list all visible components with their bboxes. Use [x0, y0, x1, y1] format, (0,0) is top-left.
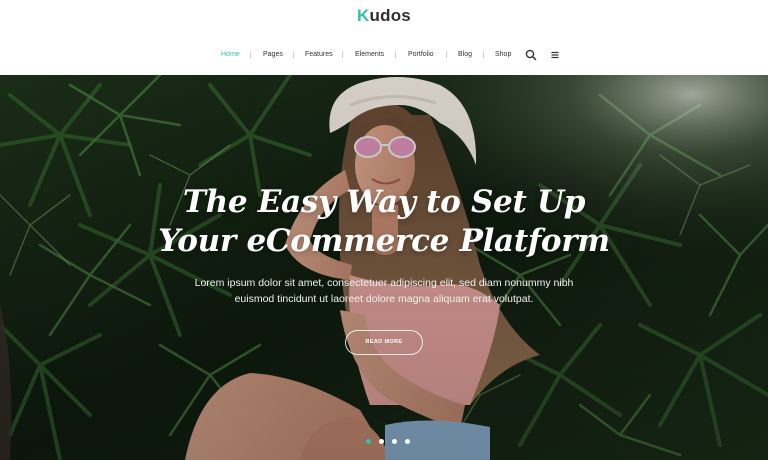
hero-title-line-2: Your eCommerce Platform: [158, 223, 610, 259]
search-icon[interactable]: [524, 48, 538, 62]
nav-separator: [342, 51, 343, 58]
logo-text: udos: [369, 6, 411, 25]
nav-separator: [395, 51, 396, 58]
nav-item-portfolio[interactable]: Portfolio: [408, 48, 434, 62]
hero-background-image: [0, 75, 768, 460]
nav-separator: [293, 51, 294, 58]
slider-dot[interactable]: [405, 439, 410, 444]
main-nav: Home Pages Features Elements Portfolio B…: [0, 48, 768, 62]
nav-item-pages[interactable]: Pages: [263, 48, 283, 62]
hero-title-line-1: The Easy Way to Set Up: [182, 184, 586, 220]
hero-subtitle-line-2: euismod tincidunt ut laoreet dolore magn…: [234, 293, 534, 305]
logo-initial: K: [357, 6, 370, 25]
nav-item-home[interactable]: Home: [221, 48, 240, 62]
hero-subtitle-line-1: Lorem ipsum dolor sit amet, consectetuer…: [194, 277, 574, 289]
menu-icon[interactable]: [548, 48, 562, 62]
hero-slider: The Easy Way to Set Up Your eCommerce Pl…: [0, 75, 768, 460]
nav-separator: [250, 51, 251, 58]
slider-dot[interactable]: [379, 439, 384, 444]
nav-separator: [446, 51, 447, 58]
logo[interactable]: Kudos: [0, 6, 768, 26]
slider-dot[interactable]: [392, 439, 397, 444]
nav-item-shop[interactable]: Shop: [495, 48, 511, 62]
nav-separator: [483, 51, 484, 58]
nav-item-elements[interactable]: Elements: [355, 48, 384, 62]
nav-item-blog[interactable]: Blog: [458, 48, 472, 62]
read-more-button[interactable]: READ MORE: [345, 330, 423, 355]
slider-dot[interactable]: [366, 439, 371, 444]
nav-item-features[interactable]: Features: [305, 48, 333, 62]
site-header: Kudos Home Pages Features Elements Portf…: [0, 0, 768, 75]
